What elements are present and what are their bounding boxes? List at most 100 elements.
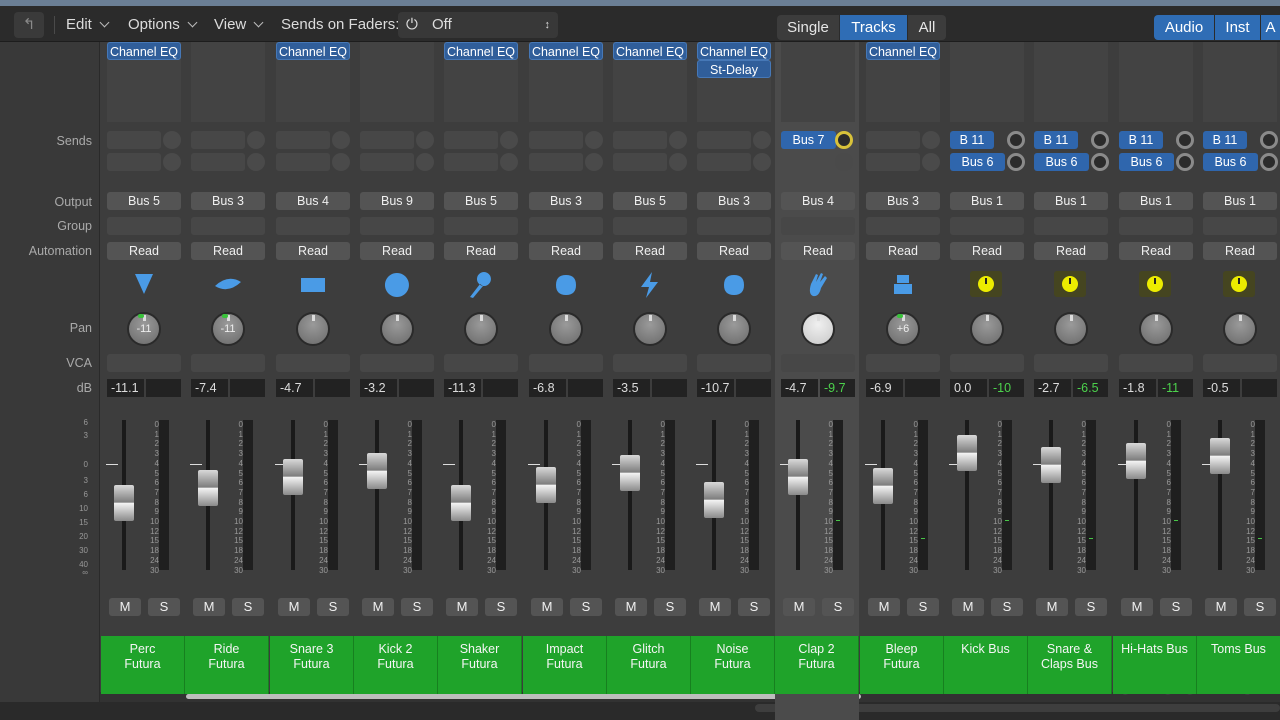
solo-button[interactable]: S bbox=[232, 598, 264, 616]
mute-button[interactable]: M bbox=[278, 598, 310, 616]
fx-blob-icon[interactable] bbox=[719, 270, 749, 300]
send-level-knob[interactable] bbox=[669, 131, 687, 149]
group-slot[interactable] bbox=[1119, 217, 1193, 235]
automation-mode-button[interactable]: Read bbox=[866, 242, 940, 260]
pan-knob[interactable]: -11 bbox=[211, 312, 245, 346]
solo-button[interactable]: S bbox=[570, 598, 602, 616]
peak-db-readout[interactable]: -11 bbox=[1158, 379, 1193, 397]
output-slot[interactable]: Bus 3 bbox=[866, 192, 940, 210]
send-level-knob[interactable] bbox=[585, 131, 603, 149]
automation-mode-button[interactable]: Read bbox=[191, 242, 265, 260]
send-slot[interactable] bbox=[529, 131, 583, 149]
volume-db-readout[interactable]: -10.7 bbox=[697, 379, 734, 397]
send-slot[interactable] bbox=[613, 153, 667, 171]
peak-db-readout[interactable] bbox=[736, 379, 771, 397]
peak-db-readout[interactable] bbox=[568, 379, 603, 397]
group-slot[interactable] bbox=[781, 217, 855, 235]
fx-blob-icon[interactable] bbox=[551, 270, 581, 300]
tambourine-icon[interactable] bbox=[129, 270, 159, 300]
send-level-knob[interactable] bbox=[669, 153, 687, 171]
volume-db-readout[interactable]: -1.8 bbox=[1119, 379, 1156, 397]
send-level-knob[interactable] bbox=[1007, 131, 1025, 149]
volume-fader-cap[interactable] bbox=[367, 453, 387, 489]
group-slot[interactable] bbox=[866, 217, 940, 235]
view-all-button[interactable]: All bbox=[908, 15, 946, 40]
automation-mode-button[interactable]: Read bbox=[444, 242, 518, 260]
automation-mode-button[interactable]: Read bbox=[613, 242, 687, 260]
mute-button[interactable]: M bbox=[699, 598, 731, 616]
group-slot[interactable] bbox=[1203, 217, 1277, 235]
send-level-knob[interactable] bbox=[247, 131, 265, 149]
send-slot[interactable] bbox=[529, 153, 583, 171]
peak-db-readout[interactable] bbox=[905, 379, 940, 397]
track-name[interactable]: Bleep Futura bbox=[860, 636, 944, 694]
volume-db-readout[interactable]: -3.2 bbox=[360, 379, 397, 397]
vca-slot[interactable] bbox=[866, 354, 940, 372]
volume-db-readout[interactable]: -11.1 bbox=[107, 379, 144, 397]
send-slot[interactable]: Bus 6 bbox=[950, 153, 1005, 171]
send-slot[interactable]: B 11 bbox=[1119, 131, 1163, 149]
send-level-knob[interactable] bbox=[1176, 131, 1194, 149]
track-name[interactable]: Ride Futura bbox=[185, 636, 269, 694]
pan-knob[interactable] bbox=[1223, 312, 1257, 346]
output-slot[interactable]: Bus 4 bbox=[276, 192, 350, 210]
filter-aux-button[interactable]: A bbox=[1261, 15, 1280, 40]
group-slot[interactable] bbox=[697, 217, 771, 235]
send-level-knob[interactable] bbox=[247, 153, 265, 171]
solo-button[interactable]: S bbox=[401, 598, 433, 616]
vca-slot[interactable] bbox=[529, 354, 603, 372]
group-slot[interactable] bbox=[276, 217, 350, 235]
automation-mode-button[interactable]: Read bbox=[360, 242, 434, 260]
pan-knob[interactable] bbox=[296, 312, 330, 346]
pan-knob[interactable] bbox=[801, 312, 835, 346]
automation-mode-button[interactable]: Read bbox=[1034, 242, 1108, 260]
cymbal-icon[interactable] bbox=[213, 270, 243, 300]
volume-fader-cap[interactable] bbox=[620, 455, 640, 491]
peak-db-readout[interactable]: -10 bbox=[989, 379, 1024, 397]
automation-mode-button[interactable]: Read bbox=[1119, 242, 1193, 260]
track-name[interactable]: Perc Futura bbox=[101, 636, 185, 694]
solo-button[interactable]: S bbox=[1160, 598, 1192, 616]
sends-on-faders-select[interactable]: ⏻ Off ↕ bbox=[398, 12, 558, 38]
plugin-slots[interactable] bbox=[781, 42, 855, 122]
vca-slot[interactable] bbox=[781, 354, 855, 372]
send-level-knob[interactable] bbox=[500, 131, 518, 149]
vca-slot[interactable] bbox=[360, 354, 434, 372]
send-slot[interactable]: Bus 6 bbox=[1119, 153, 1174, 171]
send-slot[interactable] bbox=[360, 131, 414, 149]
mute-button[interactable]: M bbox=[193, 598, 225, 616]
send-slot[interactable]: B 11 bbox=[950, 131, 994, 149]
solo-button[interactable]: S bbox=[654, 598, 686, 616]
volume-fader-cap[interactable] bbox=[1210, 438, 1230, 474]
send-slot[interactable] bbox=[866, 131, 920, 149]
send-level-knob[interactable] bbox=[922, 153, 940, 171]
send-level-knob[interactable] bbox=[753, 131, 771, 149]
automation-mode-button[interactable]: Read bbox=[529, 242, 603, 260]
volume-fader-cap[interactable] bbox=[198, 470, 218, 506]
send-slot[interactable] bbox=[276, 153, 330, 171]
volume-fader-cap[interactable] bbox=[451, 485, 471, 521]
plugin-slot[interactable]: St-Delay bbox=[697, 60, 771, 78]
track-name[interactable]: Clap 2 Futura bbox=[775, 636, 859, 694]
mute-button[interactable]: M bbox=[446, 598, 478, 616]
track-name[interactable]: Kick Bus bbox=[944, 636, 1028, 694]
mute-button[interactable]: M bbox=[531, 598, 563, 616]
mute-button[interactable]: M bbox=[1205, 598, 1237, 616]
output-slot[interactable]: Bus 1 bbox=[1203, 192, 1277, 210]
volume-fader-cap[interactable] bbox=[536, 467, 556, 503]
pan-knob[interactable] bbox=[380, 312, 414, 346]
volume-fader-cap[interactable] bbox=[957, 435, 977, 471]
group-slot[interactable] bbox=[360, 217, 434, 235]
track-name[interactable]: Noise Futura bbox=[691, 636, 775, 694]
track-name[interactable]: Glitch Futura bbox=[607, 636, 691, 694]
back-arrow-icon[interactable]: ↰ bbox=[14, 12, 44, 38]
send-level-knob[interactable] bbox=[500, 153, 518, 171]
automation-mode-button[interactable]: Read bbox=[697, 242, 771, 260]
vca-slot[interactable] bbox=[276, 354, 350, 372]
send-level-knob[interactable] bbox=[416, 131, 434, 149]
send-level-knob[interactable] bbox=[835, 131, 853, 149]
group-slot[interactable] bbox=[191, 217, 265, 235]
plugin-slots[interactable] bbox=[1034, 42, 1108, 122]
shaker-icon[interactable] bbox=[466, 270, 496, 300]
send-slot[interactable] bbox=[107, 153, 161, 171]
